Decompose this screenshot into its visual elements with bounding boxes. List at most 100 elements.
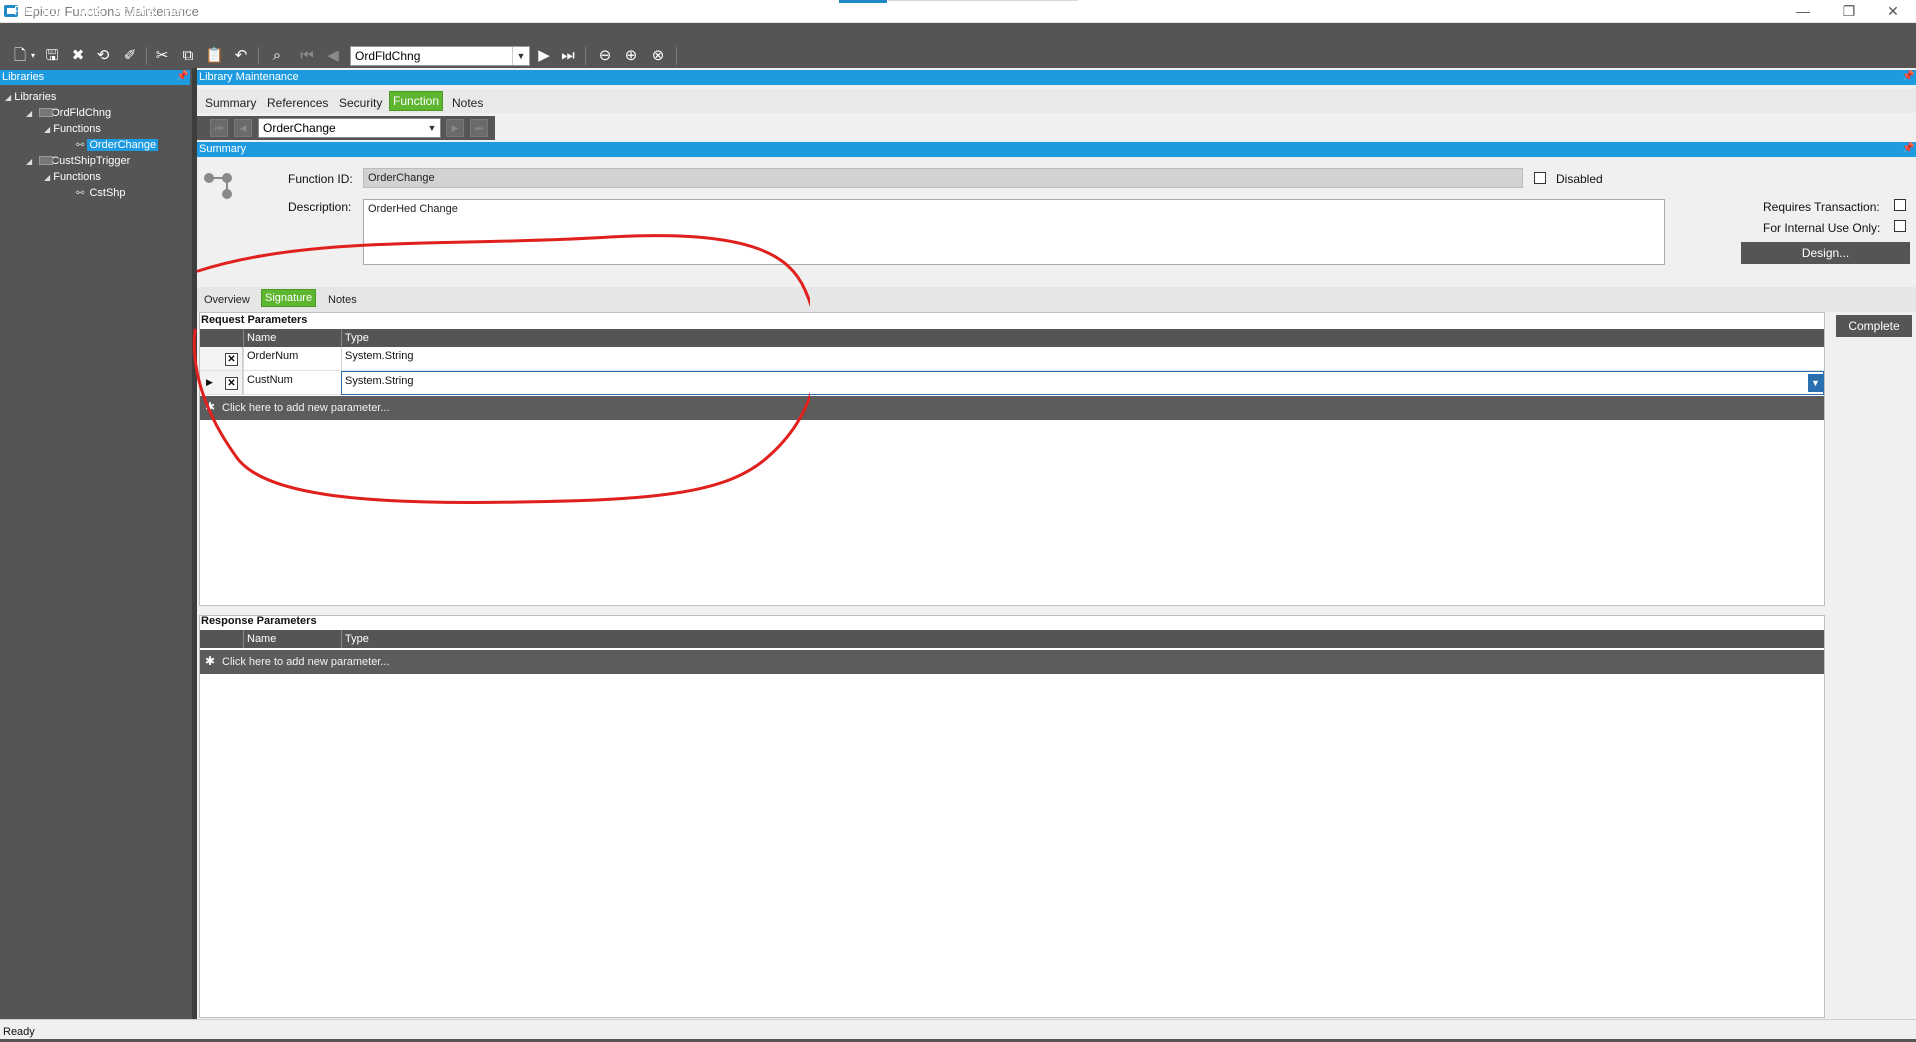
column-header-type[interactable]: Type <box>341 630 641 648</box>
tree-library-label: OrdFldChng <box>51 107 112 119</box>
function-combo[interactable]: OrderChange <box>258 118 441 138</box>
tree-root[interactable]: ◢ Libraries <box>5 90 56 105</box>
library-combo[interactable]: OrdFldChng <box>350 46 530 66</box>
tree-function-cstshp[interactable]: ⚯ CstShp <box>76 186 128 201</box>
tree-library-custshiptrigger[interactable]: ◢ CustShipTrigger <box>26 154 130 169</box>
cut-icon[interactable]: ✂ <box>153 47 171 65</box>
chevron-down-icon[interactable]: ▼ <box>512 47 529 65</box>
library-icon <box>39 156 53 165</box>
next-record-icon[interactable]: ▶ <box>535 47 553 65</box>
tab-function[interactable]: Function <box>389 91 444 111</box>
refresh-icon[interactable]: ⟲ <box>94 47 112 65</box>
chevron-down-icon[interactable]: ▼ <box>1808 374 1823 392</box>
menu-tools[interactable]: Tools <box>73 3 103 18</box>
menu-help[interactable]: Help <box>164 3 191 18</box>
requires-transaction-checkbox[interactable] <box>1894 199 1906 211</box>
summary-header: Summary <box>197 142 1916 157</box>
column-header-name[interactable]: Name <box>243 630 341 648</box>
title-bar <box>0 0 1916 23</box>
disabled-checkbox[interactable] <box>1534 172 1546 184</box>
tab-notes[interactable]: Notes <box>452 96 483 110</box>
first-record-icon[interactable]: ⏮ <box>298 47 316 65</box>
disabled-label: Disabled <box>1556 172 1603 186</box>
new-icon[interactable]: 🗋 <box>11 47 29 65</box>
toolbar-separator <box>676 47 677 65</box>
next-record-icon[interactable]: ▶ <box>446 119 464 137</box>
chevron-down-icon[interactable]: ▼ <box>424 119 440 137</box>
menu-actions[interactable]: Actions <box>113 3 156 18</box>
function-icon <box>204 173 232 199</box>
tab-security[interactable]: Security <box>339 96 382 110</box>
function-id-label: Function ID: <box>288 172 353 186</box>
requires-transaction-label: Requires Transaction: <box>1763 200 1880 214</box>
tree-library-ordfldchng[interactable]: ◢ OrdFldChng <box>26 106 111 121</box>
previous-record-icon[interactable]: ◀ <box>234 119 252 137</box>
delete-icon[interactable]: ✖ <box>69 47 87 65</box>
restore-button[interactable]: ❐ <box>1826 0 1872 23</box>
library-icon <box>39 108 53 117</box>
internal-use-checkbox[interactable] <box>1894 220 1906 232</box>
tab-summary[interactable]: Summary <box>205 96 256 110</box>
copy-icon[interactable]: ⧉ <box>179 47 197 65</box>
design-button[interactable]: Design... <box>1741 242 1910 264</box>
response-parameters-title: Response Parameters <box>201 615 317 627</box>
tree-function-orderchange[interactable]: ⚯ OrderChange <box>76 138 159 153</box>
function-icon: ⚯ <box>76 140 85 151</box>
tree-functions-label: Functions <box>53 171 101 183</box>
function-icon: ⚯ <box>76 188 85 199</box>
last-record-icon[interactable]: ⏭ <box>470 119 488 137</box>
tree-library-label: CustShipTrigger <box>51 155 131 167</box>
response-parameters-panel <box>199 615 1825 1018</box>
save-icon[interactable]: 🖫 <box>43 47 61 65</box>
last-record-icon[interactable]: ⏭ <box>559 47 577 65</box>
expand-icon[interactable]: ◢ <box>26 109 32 118</box>
library-maintenance-header: Library Maintenance <box>197 70 1916 85</box>
tree-root-label: Libraries <box>14 91 57 103</box>
complete-button[interactable]: Complete <box>1836 315 1912 337</box>
expand-icon[interactable]: ◢ <box>26 157 32 166</box>
tree-functions-label: Functions <box>53 123 101 135</box>
asterisk-icon: ✱ <box>205 654 216 668</box>
libraries-panel <box>0 68 192 1019</box>
internal-use-label: For Internal Use Only: <box>1763 221 1881 235</box>
expand-icon[interactable]: ◢ <box>5 93 11 102</box>
minimize-button[interactable]: — <box>1780 0 1826 23</box>
back-icon[interactable]: ⊖ <box>596 47 614 65</box>
function-id-field[interactable]: OrderChange <box>363 168 1523 188</box>
pin-icon[interactable]: 📌 <box>176 71 188 82</box>
search-icon[interactable]: ⌕ <box>268 47 286 65</box>
menu-file[interactable]: File <box>14 3 35 18</box>
new-dropdown-icon[interactable]: ▾ <box>28 47 38 65</box>
status-text: Ready <box>3 1026 35 1038</box>
menu-edit[interactable]: Edit <box>43 3 65 18</box>
pin-icon[interactable]: 📌 <box>1902 143 1914 154</box>
description-label: Description: <box>288 200 352 214</box>
add-parameter-text[interactable]: Click here to add new parameter... <box>222 650 390 674</box>
tree-function-label: CstShp <box>89 187 126 199</box>
title-accent-bar <box>839 0 887 3</box>
clear-icon[interactable]: ✐ <box>121 47 139 65</box>
tree-function-label: OrderChange <box>87 139 159 151</box>
toolbar <box>0 44 1916 68</box>
title-accent-line <box>888 0 1078 1</box>
paste-icon[interactable]: 📋 <box>205 47 224 65</box>
toolbar-separator <box>585 47 586 65</box>
expand-icon[interactable]: ◢ <box>44 173 50 182</box>
pin-icon[interactable]: 📌 <box>1902 71 1914 82</box>
expand-icon[interactable]: ◢ <box>44 125 50 134</box>
close-button[interactable]: ✕ <box>1870 0 1916 23</box>
libraries-header: Libraries <box>0 70 190 85</box>
previous-record-icon[interactable]: ◀ <box>324 47 342 65</box>
tree-functions-folder[interactable]: ◢ Functions <box>44 122 101 137</box>
tree-functions-folder[interactable]: ◢ Functions <box>44 170 101 185</box>
annotation-circle <box>192 234 810 504</box>
toolbar-separator <box>146 47 147 65</box>
tab-references[interactable]: References <box>267 96 328 110</box>
forward-icon[interactable]: ⊕ <box>622 47 640 65</box>
stop-icon[interactable]: ⊗ <box>649 47 667 65</box>
undo-icon[interactable]: ↶ <box>232 47 250 65</box>
first-record-icon[interactable]: ⏮ <box>210 119 228 137</box>
add-parameter-row[interactable] <box>200 650 1824 674</box>
toolbar-separator <box>258 47 259 65</box>
menu-bar <box>0 23 1916 44</box>
